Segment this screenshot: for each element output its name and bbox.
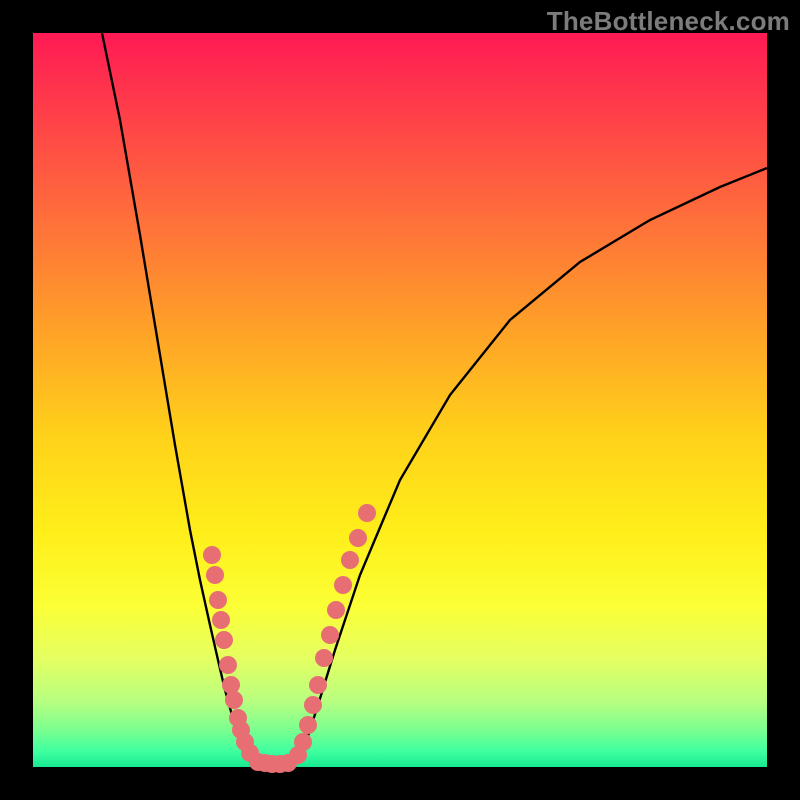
chart-gradient-background — [33, 33, 767, 767]
watermark-text: TheBottleneck.com — [547, 6, 790, 37]
chart-frame: TheBottleneck.com — [0, 0, 800, 800]
